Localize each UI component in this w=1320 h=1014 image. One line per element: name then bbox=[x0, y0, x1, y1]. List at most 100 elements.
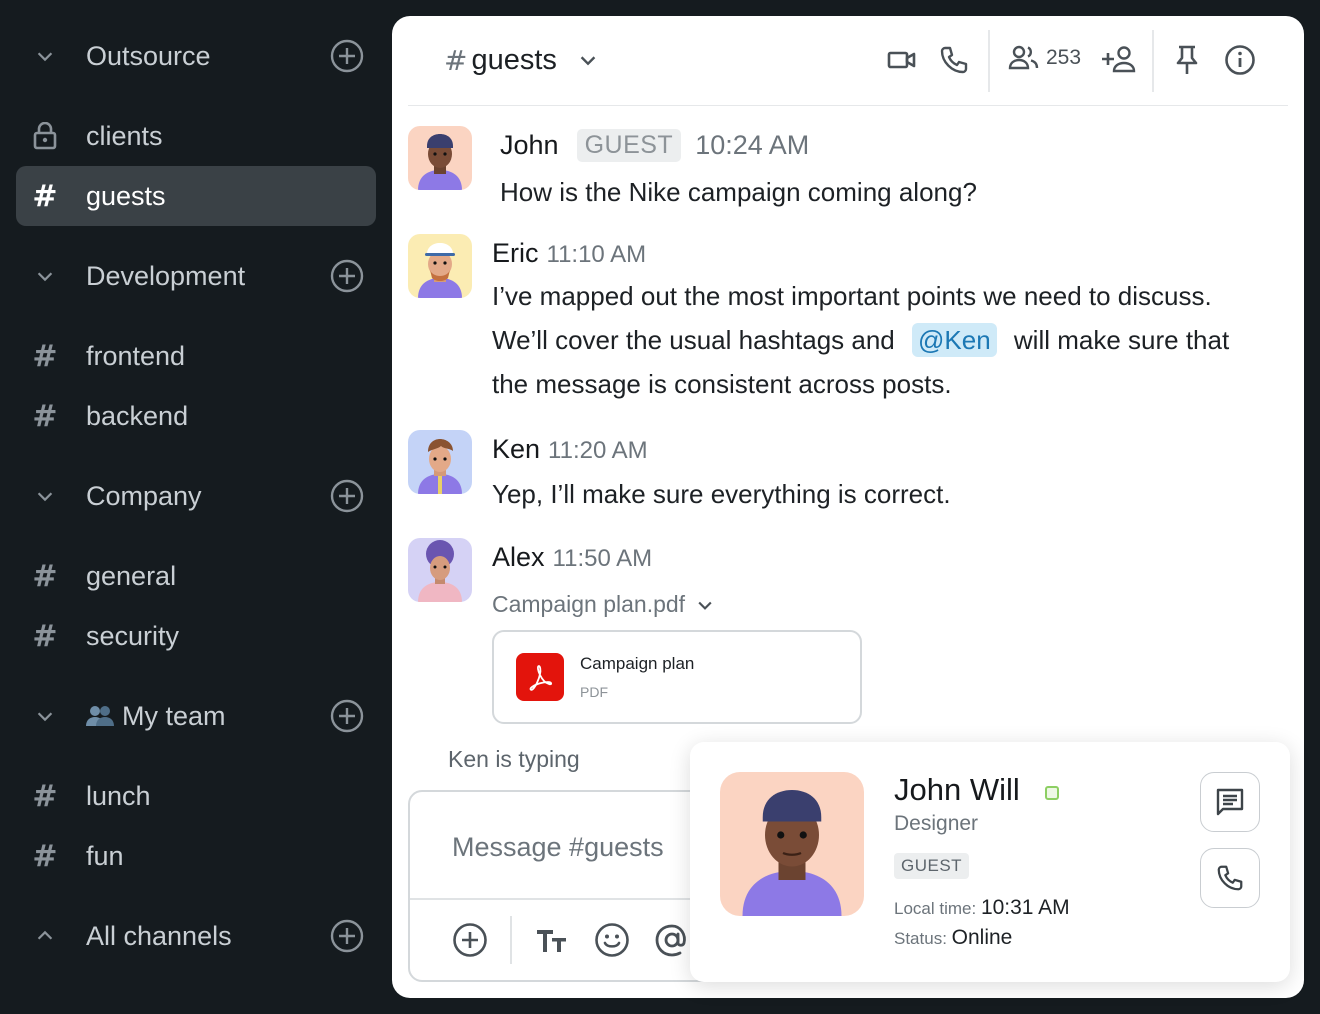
group-all-channels[interactable]: All channels bbox=[16, 906, 376, 966]
pin-icon[interactable] bbox=[1172, 44, 1202, 81]
sidebar-item-backend[interactable]: # backend bbox=[16, 386, 376, 446]
group-my-team[interactable]: My team bbox=[16, 686, 376, 746]
message-time: 11:20 AM bbox=[548, 437, 648, 464]
group-development[interactable]: Development bbox=[16, 246, 376, 306]
group-label: All channels bbox=[86, 920, 232, 951]
message-author[interactable]: Alex bbox=[492, 542, 545, 573]
group-label: Outsource bbox=[86, 40, 211, 71]
avatar[interactable] bbox=[408, 234, 472, 298]
group-label: Company bbox=[86, 480, 202, 511]
message-time: 11:50 AM bbox=[552, 545, 653, 572]
hash-icon: # bbox=[32, 838, 58, 874]
add-channel-icon[interactable] bbox=[330, 919, 364, 960]
member-count[interactable]: 253 bbox=[1008, 44, 1081, 72]
status-value: Online bbox=[951, 926, 1013, 949]
group-outsource[interactable]: Outsource bbox=[16, 26, 376, 86]
team-icon bbox=[86, 705, 114, 727]
message-time: 11:10 AM bbox=[546, 241, 647, 268]
video-icon[interactable] bbox=[886, 44, 918, 81]
hash-icon: # bbox=[32, 618, 58, 654]
text-format-icon[interactable] bbox=[534, 922, 570, 963]
add-channel-icon[interactable] bbox=[330, 39, 364, 80]
avatar[interactable] bbox=[408, 430, 472, 494]
sidebar-item-lunch[interactable]: # lunch bbox=[16, 766, 376, 826]
sidebar-item-security[interactable]: # security bbox=[16, 606, 376, 666]
hash-icon: # bbox=[32, 338, 58, 374]
channel-title[interactable]: # guests bbox=[444, 42, 599, 79]
emoji-icon[interactable] bbox=[594, 922, 630, 963]
sidebar-item-label: guests bbox=[86, 180, 166, 211]
sidebar-item-label: fun bbox=[86, 840, 124, 871]
sidebar-item-guests[interactable]: # guests bbox=[16, 166, 376, 226]
sidebar-item-fun[interactable]: # fun bbox=[16, 826, 376, 886]
hash-icon: # bbox=[444, 44, 468, 77]
message-icon bbox=[1214, 786, 1246, 818]
sidebar-item-label: frontend bbox=[86, 340, 186, 371]
message-input-placeholder[interactable]: Message #guests bbox=[452, 832, 664, 863]
message-author[interactable]: Eric bbox=[492, 238, 539, 269]
user-profile-card: John Will Designer GUEST Local time: 10:… bbox=[690, 742, 1290, 982]
local-time-value: 10:31 AM bbox=[980, 896, 1070, 919]
group-label: Development bbox=[86, 260, 246, 291]
message-line: We’ll cover the usual hashtags and @Ken … bbox=[492, 318, 1292, 362]
profile-status: Status: Online bbox=[894, 926, 1012, 950]
sidebar-item-label: general bbox=[86, 560, 177, 591]
sidebar-item-label: clients bbox=[86, 120, 163, 151]
member-count-value: 253 bbox=[1046, 46, 1082, 69]
online-status-icon bbox=[1045, 786, 1059, 800]
info-icon[interactable] bbox=[1224, 44, 1256, 81]
sidebar-item-frontend[interactable]: # frontend bbox=[16, 326, 376, 386]
message-line: the message is consistent across posts. bbox=[492, 369, 952, 399]
message-time: 10:24 AM bbox=[695, 130, 810, 160]
channel-header: # guests 253 bbox=[408, 16, 1288, 106]
pdf-icon bbox=[516, 653, 564, 701]
hash-icon: # bbox=[32, 778, 58, 814]
hash-icon: # bbox=[32, 398, 58, 434]
add-member-icon[interactable] bbox=[1100, 44, 1136, 81]
attachment-toggle[interactable]: Campaign plan.pdf bbox=[492, 591, 715, 618]
add-channel-icon[interactable] bbox=[330, 259, 364, 300]
sidebar-item-label: backend bbox=[86, 400, 189, 431]
mention-icon[interactable] bbox=[654, 922, 690, 963]
local-time-label: Local time: bbox=[894, 899, 977, 918]
send-message-button[interactable] bbox=[1200, 772, 1260, 832]
attach-plus-icon[interactable] bbox=[452, 922, 488, 963]
members-icon bbox=[1008, 44, 1040, 72]
group-company[interactable]: Company bbox=[16, 466, 376, 526]
call-button[interactable] bbox=[1200, 848, 1260, 908]
channel-name: guests bbox=[471, 44, 557, 76]
lock-icon bbox=[16, 122, 74, 150]
file-type: PDF bbox=[580, 684, 608, 700]
chevron-down-icon bbox=[577, 46, 599, 79]
phone-icon[interactable] bbox=[938, 44, 970, 81]
add-channel-icon[interactable] bbox=[330, 479, 364, 520]
add-channel-icon[interactable] bbox=[330, 699, 364, 740]
typing-indicator: Ken is typing bbox=[448, 746, 580, 772]
mention-ken[interactable]: @Ken bbox=[912, 323, 997, 357]
avatar[interactable] bbox=[408, 538, 472, 602]
sidebar-item-general[interactable]: # general bbox=[16, 546, 376, 606]
chevron-down-icon bbox=[695, 595, 715, 615]
sidebar-item-label: lunch bbox=[86, 780, 151, 811]
message-text: Yep, I’ll make sure everything is correc… bbox=[492, 479, 951, 509]
sidebar-item-clients[interactable]: clients bbox=[16, 106, 376, 166]
phone-icon bbox=[1215, 863, 1245, 893]
sidebar-item-label: security bbox=[86, 620, 180, 651]
chevron-down-icon bbox=[16, 485, 74, 507]
file-attachment-card[interactable]: Campaign plan PDF bbox=[492, 630, 862, 724]
avatar[interactable] bbox=[408, 126, 472, 190]
attachment-label: Campaign plan.pdf bbox=[492, 591, 686, 617]
message-text: How is the Nike campaign coming along? bbox=[500, 177, 977, 207]
guest-badge: GUEST bbox=[576, 129, 682, 162]
message-text: I’ve mapped out the most important point… bbox=[492, 274, 1292, 406]
chevron-up-icon bbox=[16, 925, 74, 947]
message-author[interactable]: John bbox=[500, 130, 559, 161]
message-author[interactable]: Ken bbox=[492, 434, 540, 465]
message-text-segment: We’ll cover the usual hashtags and bbox=[492, 325, 895, 355]
message-text-segment: will make sure that bbox=[1013, 325, 1230, 355]
status-label: Status: bbox=[894, 929, 947, 948]
group-label: My team bbox=[122, 700, 226, 731]
sidebar: Outsource clients # guests Development #… bbox=[0, 0, 392, 1014]
message-composer[interactable]: Message #guests bbox=[408, 790, 728, 982]
chevron-down-icon bbox=[16, 265, 74, 287]
